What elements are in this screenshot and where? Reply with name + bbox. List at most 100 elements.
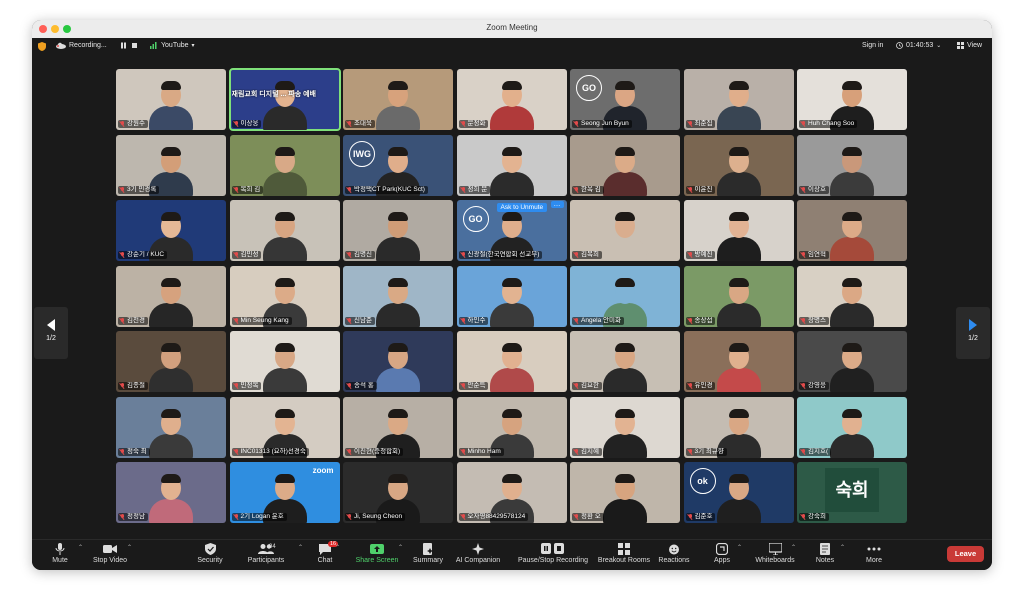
participant-name-label: 김지혜 [572, 447, 602, 456]
arrow-right-icon [969, 319, 977, 331]
participant-video-tile[interactable]: 정정남 [116, 462, 226, 523]
participant-name-label: Angela 안미화 [572, 316, 624, 325]
apps-options-chevron-icon[interactable]: ⌃ [737, 544, 742, 551]
participants-button[interactable]: 94 Participants [238, 543, 294, 564]
participant-video-tile[interactable]: Angela 안미화 [570, 265, 680, 327]
participant-video-tile[interactable]: Huh Chang Soo [797, 69, 907, 130]
participant-video-tile[interactable]: 장명스 [797, 265, 907, 327]
participant-name: 김천경 [127, 316, 145, 324]
participant-video-tile[interactable]: 3기 최규향 [683, 396, 794, 458]
stop-recording-button[interactable] [131, 42, 138, 49]
participant-video-tile[interactable]: 최준집 [683, 69, 794, 130]
sign-in-link[interactable]: Sign in [862, 42, 883, 49]
meeting-top-bar: Recording... YouTube ▾ Sign in 01:40:53 … [32, 38, 992, 56]
pause-recording-button[interactable] [120, 42, 127, 49]
participant-video-tile[interactable]: 강원수 [116, 69, 226, 130]
participant-video-tile[interactable]: ok 김준호 [683, 462, 794, 523]
participant-name: 복희 김 [240, 185, 261, 193]
participant-video-tile[interactable]: 김천경 [116, 265, 226, 327]
mic-muted-icon [688, 317, 693, 324]
participant-name-label: 김복희 [572, 251, 602, 259]
security-button[interactable]: Security [182, 543, 238, 564]
participant-video-tile[interactable]: 복희 김 [229, 134, 340, 196]
leave-meeting-button[interactable]: Leave [947, 546, 984, 562]
participant-video-tile[interactable]: 임연혁 [797, 200, 907, 261]
participant-video-tile[interactable]: IWG 박정택CT Park(KUC Sct) [343, 134, 453, 196]
participant-video-tile[interactable]: 김민성 [229, 200, 340, 261]
participant-video-tile[interactable]: zoom 2기 Logan 윤호 [229, 462, 340, 523]
chat-options-chevron-icon[interactable]: ⌃ [335, 544, 340, 551]
participant-video-tile[interactable]: 신남준 [343, 265, 453, 327]
participant-name-label: 복희 김 [231, 185, 264, 194]
tile-more-options-icon[interactable]: … [550, 201, 564, 208]
participant-video-tile[interactable]: 문정화 [456, 69, 567, 130]
meeting-timer[interactable]: 01:40:53 ⌄ [896, 42, 941, 49]
participant-video-tile[interactable]: 송석 홍 [343, 331, 453, 392]
participant-video-tile[interactable]: GO Seong Jun Byun [570, 69, 680, 130]
participant-name: 방예진 [694, 251, 713, 258]
participant-name: 정숙 최 [127, 447, 147, 455]
participant-video-tile[interactable]: 방예진 [683, 200, 794, 261]
recording-indicator[interactable]: Recording... [56, 42, 107, 49]
security-shield-indicator[interactable] [38, 42, 46, 51]
previous-page-button[interactable]: 1/2 [34, 307, 68, 359]
grid-view-icon [957, 42, 964, 49]
participant-video-tile[interactable]: 강순기 / KUC [116, 200, 226, 261]
participant-video-tile[interactable]: Ji, Seung Cheon [343, 462, 453, 523]
participant-name-label: 강원수 [118, 120, 148, 128]
ai-companion-label: AI Companion [455, 557, 501, 564]
participant-video-tile[interactable]: Min Seung Kang [229, 265, 340, 327]
participant-video-tile[interactable]: 김복희 [570, 200, 680, 261]
participant-video-tile[interactable]: 재림교회 디지털 ... 파송 예배 이상웅 [228, 68, 341, 131]
participant-video-tile[interactable]: 송상섭 [683, 265, 794, 327]
participant-video-tile[interactable]: 김종철 [116, 331, 226, 392]
participant-video-tile[interactable]: 김요한 [570, 331, 680, 392]
participant-video-tile[interactable]: 김명신 [343, 200, 453, 261]
ai-companion-button[interactable]: AI Companion [450, 543, 506, 564]
participant-name: 문정화 [467, 120, 486, 127]
participant-video-tile[interactable]: 이윤진 [683, 134, 794, 196]
share-screen-button[interactable]: Share Screen [349, 543, 405, 564]
participant-video-tile[interactable]: 안순득 [456, 331, 567, 392]
summary-button[interactable]: Summary [400, 543, 456, 564]
stop-video-label: Stop Video [92, 557, 128, 564]
participant-video-tile[interactable]: 이상호 [797, 134, 907, 196]
participant-video-tile[interactable]: 정숙 최 [116, 396, 226, 458]
participant-name-label: 이상웅 [231, 120, 262, 128]
participant-video-tile[interactable]: 하인수 [456, 265, 567, 327]
cloud-icon [56, 42, 66, 49]
mic-muted-icon [347, 383, 352, 389]
participant-video-tile[interactable]: 정희 문 [456, 134, 567, 196]
participant-video-tile[interactable]: 정환 오 [570, 462, 680, 523]
ask-to-unmute-button[interactable]: Ask to Unmute [496, 203, 548, 212]
whiteboards-options-chevron-icon[interactable]: ⌃ [791, 544, 796, 551]
livestream-youtube-dropdown[interactable]: YouTube ▾ [150, 42, 195, 49]
participant-video-tile[interactable]: 조대욱 [343, 69, 453, 130]
participant-video-tile[interactable]: INC01313 (요하)선경숙 [229, 396, 340, 458]
participant-video-tile[interactable]: 오자영88429578124 [456, 462, 567, 523]
mic-muted-icon [461, 514, 466, 520]
participant-name: 김종철 [127, 382, 145, 389]
participant-name-label: 송석 홍 [345, 382, 377, 390]
chat-button[interactable]: 16 Chat [297, 541, 353, 564]
participant-video-tile[interactable]: GO Ask to Unmute… 신광철(한국연합회 선교부) [456, 200, 567, 261]
video-options-chevron-icon[interactable]: ⌃ [127, 544, 132, 551]
participant-video-tile[interactable]: 한옥 김 [570, 134, 680, 196]
more-button[interactable]: More [846, 543, 902, 564]
view-button[interactable]: View [957, 42, 982, 49]
video-camera-icon [103, 545, 117, 553]
participant-video-tile[interactable]: 숙희 강숙희 [797, 462, 907, 523]
notes-options-chevron-icon[interactable]: ⌃ [840, 544, 845, 551]
mic-muted-icon [801, 186, 806, 193]
participant-name-label: 문정화 [458, 120, 489, 128]
pause-stop-recording-button[interactable]: Pause/Stop Recording [510, 543, 596, 564]
participant-video-tile[interactable]: 김지혜 [570, 396, 680, 458]
participant-video-tile[interactable]: 이진현(충청합회) [343, 396, 453, 458]
participant-video-tile[interactable]: Minho Ham [456, 396, 567, 458]
participant-video-tile[interactable]: 민정복 [229, 331, 340, 392]
participant-video-tile[interactable]: 강영응 [797, 331, 907, 392]
participant-video-tile[interactable]: 유인경 [683, 331, 794, 392]
participant-video-tile[interactable]: 3기 민경록 [116, 134, 226, 196]
next-page-button[interactable]: 1/2 [956, 307, 990, 359]
participant-video-tile[interactable]: 김지호( [797, 396, 907, 458]
